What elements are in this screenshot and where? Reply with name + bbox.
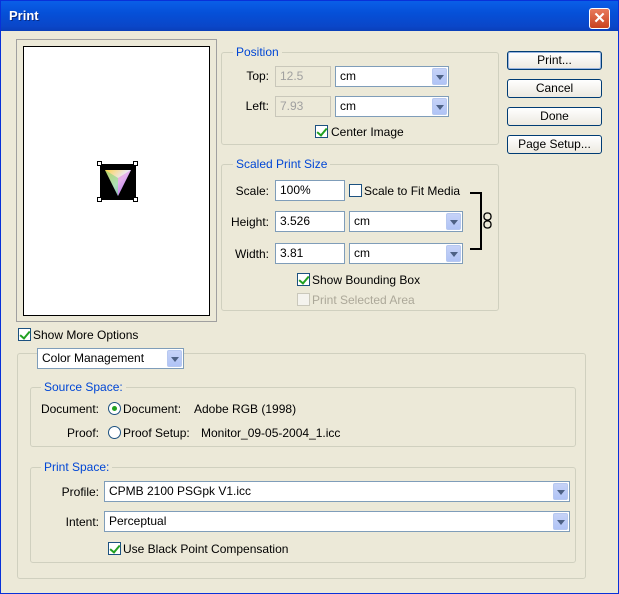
chain-link-icon[interactable] <box>483 212 492 229</box>
dropdown-arrow-icon <box>553 483 568 500</box>
dropdown-arrow-icon <box>446 213 461 230</box>
show-more-options-label[interactable]: Show More Options <box>33 328 138 342</box>
height-unit-value: cm <box>354 214 370 228</box>
cancel-button[interactable]: Cancel <box>507 79 602 98</box>
options-mode-value: Color Management <box>42 351 145 365</box>
page-setup-button[interactable]: Page Setup... <box>507 135 602 154</box>
scale-label: Scale: <box>235 184 269 198</box>
bbox-handle[interactable] <box>97 197 102 202</box>
top-unit-value: cm <box>340 69 356 83</box>
print-button[interactable]: Print... <box>507 51 602 70</box>
dropdown-arrow-icon <box>553 513 568 530</box>
width-field[interactable]: 3.81 <box>275 243 345 264</box>
bbox-handle[interactable] <box>133 161 138 166</box>
options-mode-select[interactable]: Color Management <box>37 348 184 369</box>
document-profile-value: Adobe RGB (1998) <box>194 402 297 416</box>
close-icon: ✕ <box>593 10 606 27</box>
print-space-legend: Print Space: <box>41 460 113 474</box>
height-unit-select[interactable]: cm <box>349 211 463 232</box>
scaled-print-size-legend: Scaled Print Size <box>233 157 331 171</box>
title-bar[interactable]: Print ✕ <box>1 1 618 31</box>
close-button[interactable]: ✕ <box>589 8 610 29</box>
width-unit-value: cm <box>354 246 370 260</box>
constrain-bracket <box>470 192 482 250</box>
profile-label: Profile: <box>61 485 99 499</box>
left-unit-select[interactable]: cm <box>335 96 449 117</box>
profile-select[interactable]: CPMB 2100 PSGpk V1.icc <box>104 481 570 502</box>
source-space-legend: Source Space: <box>41 380 126 394</box>
intent-select[interactable]: Perceptual <box>104 511 570 532</box>
document-option-label[interactable]: Document: <box>123 402 181 416</box>
width-label: Width: <box>234 247 269 261</box>
intent-value: Perceptual <box>109 514 167 528</box>
height-field[interactable]: 3.526 <box>275 211 345 232</box>
left-field[interactable]: 7.93 <box>275 96 331 117</box>
document-radio[interactable] <box>108 402 121 415</box>
proof-radio[interactable] <box>108 426 121 439</box>
top-unit-select[interactable]: cm <box>335 66 449 87</box>
dropdown-arrow-icon <box>432 98 447 115</box>
top-field[interactable]: 12.5 <box>275 66 331 87</box>
window-title: Print <box>9 8 39 23</box>
black-point-compensation-checkbox[interactable] <box>108 542 121 555</box>
show-bounding-box-checkbox[interactable] <box>297 273 310 286</box>
scale-field[interactable]: 100% <box>275 180 345 201</box>
center-image-checkbox[interactable] <box>315 125 328 138</box>
top-label: Top: <box>246 69 269 83</box>
proof-label: Proof: <box>66 426 99 440</box>
position-legend: Position <box>233 45 282 59</box>
dropdown-arrow-icon <box>446 245 461 262</box>
print-dialog: Print ✕ Position Top: 12.5 cm Left: 7.93… <box>0 0 619 594</box>
bbox-handle[interactable] <box>97 161 102 166</box>
print-preview-area <box>16 39 217 322</box>
preview-page <box>23 46 210 316</box>
dropdown-arrow-icon <box>167 350 182 367</box>
color-triangle-icon <box>105 170 131 196</box>
dropdown-arrow-icon <box>432 68 447 85</box>
image-thumbnail[interactable] <box>100 164 136 200</box>
left-label: Left: <box>245 99 269 113</box>
center-image-label[interactable]: Center Image <box>331 125 404 139</box>
black-point-compensation-label[interactable]: Use Black Point Compensation <box>123 542 288 556</box>
done-button[interactable]: Done <box>507 107 602 126</box>
document-label: Document: <box>40 402 99 416</box>
left-unit-value: cm <box>340 99 356 113</box>
show-bounding-box-label[interactable]: Show Bounding Box <box>312 273 420 287</box>
print-selected-area-checkbox[interactable] <box>297 293 310 306</box>
show-more-options-checkbox[interactable] <box>18 328 31 341</box>
proof-option-label[interactable]: Proof Setup: <box>123 426 190 440</box>
profile-value: CPMB 2100 PSGpk V1.icc <box>109 484 252 498</box>
print-selected-area-label: Print Selected Area <box>312 293 415 307</box>
scale-to-fit-label[interactable]: Scale to Fit Media <box>364 184 460 198</box>
proof-profile-value: Monitor_09-05-2004_1.icc <box>201 426 341 440</box>
width-unit-select[interactable]: cm <box>349 243 463 264</box>
intent-label: Intent: <box>65 515 99 529</box>
bbox-handle[interactable] <box>133 197 138 202</box>
height-label: Height: <box>230 215 269 229</box>
scale-to-fit-checkbox[interactable] <box>349 184 362 197</box>
